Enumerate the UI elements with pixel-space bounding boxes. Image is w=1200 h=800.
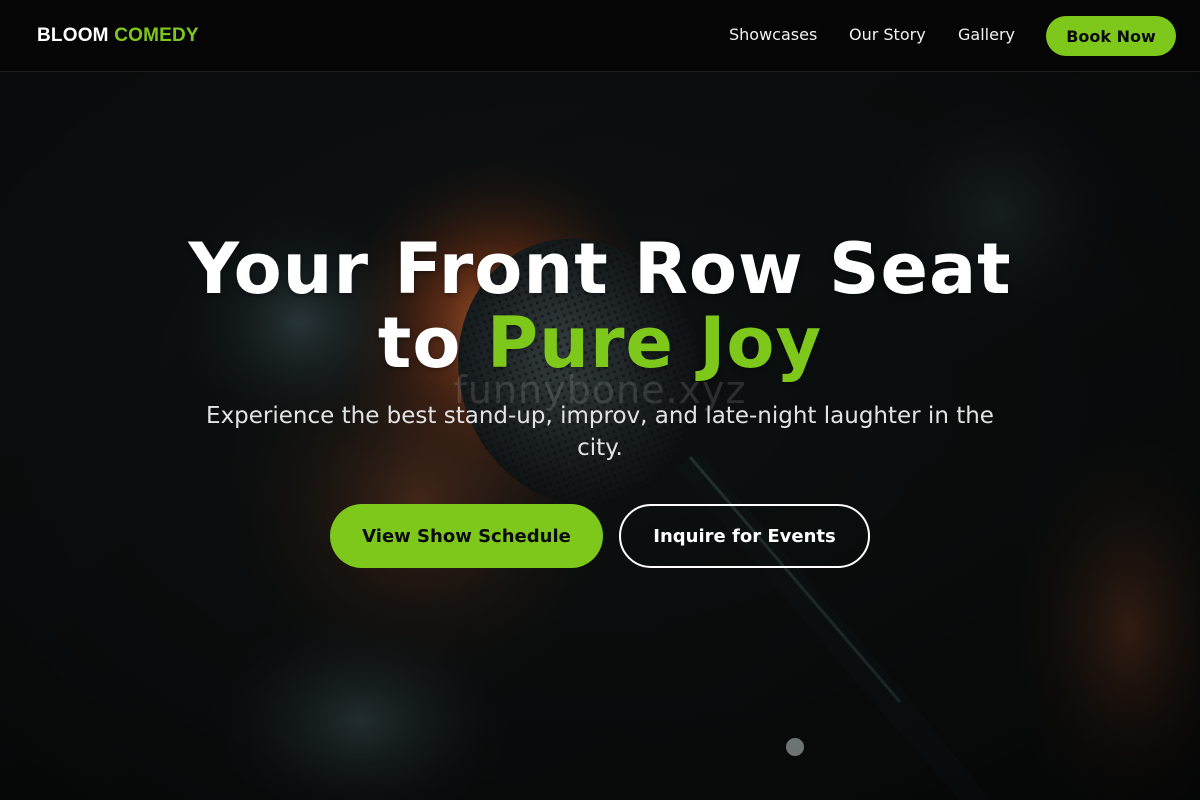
nav-link-showcases[interactable]: Showcases [729, 25, 817, 45]
brand-name-primary: BLOOM [37, 25, 109, 46]
book-now-button[interactable]: Book Now [1046, 16, 1176, 56]
nav-link-gallery[interactable]: Gallery [958, 25, 1015, 45]
headline-line-1: Your Front Row Seat [188, 228, 1012, 310]
site-header: BLOOM COMEDY Showcases Our Story Gallery… [0, 0, 1200, 72]
brand-name-accent: COMEDY [114, 25, 199, 46]
inquire-for-events-button[interactable]: Inquire for Events [619, 504, 870, 568]
brand-logo[interactable]: BLOOM COMEDY [37, 24, 199, 48]
nav-link-our-story[interactable]: Our Story [849, 25, 926, 45]
view-show-schedule-button[interactable]: View Show Schedule [330, 504, 603, 568]
hero-subheadline: Experience the best stand-up, improv, an… [206, 403, 994, 461]
hero-headline: Your Front Row Seat to Pure Joy [0, 232, 1200, 380]
